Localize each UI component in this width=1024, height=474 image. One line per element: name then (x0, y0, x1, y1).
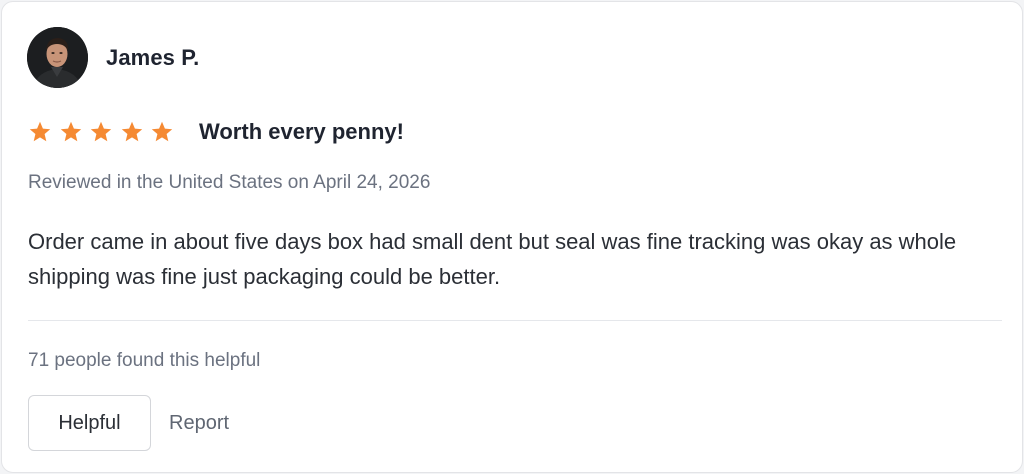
review-title: Worth every penny! (199, 119, 404, 144)
star-icon (29, 121, 51, 142)
review-body: Order came in about five days box had sm… (28, 229, 957, 289)
helpful-count: 71 people found this helpful (28, 350, 261, 371)
star-icon (90, 121, 112, 142)
review-card: James P. Worth every penny! Reviewed in … (1, 1, 1023, 473)
avatar (27, 27, 88, 88)
reviewer-name: James P. (106, 44, 200, 70)
review-actions: Helpful Report (28, 395, 229, 451)
star-rating (28, 120, 174, 144)
rating-row: Worth every penny! (28, 115, 404, 149)
avatar-photo-icon (27, 27, 88, 88)
reviewer-header: James P. (27, 27, 199, 88)
divider (28, 320, 1002, 321)
star-icon (121, 121, 142, 142)
review-date: Reviewed in the United States on April 2… (28, 172, 431, 193)
helpful-button[interactable]: Helpful (28, 395, 151, 451)
report-link[interactable]: Report (169, 412, 229, 435)
star-icon (151, 121, 173, 142)
star-icon (60, 121, 81, 142)
